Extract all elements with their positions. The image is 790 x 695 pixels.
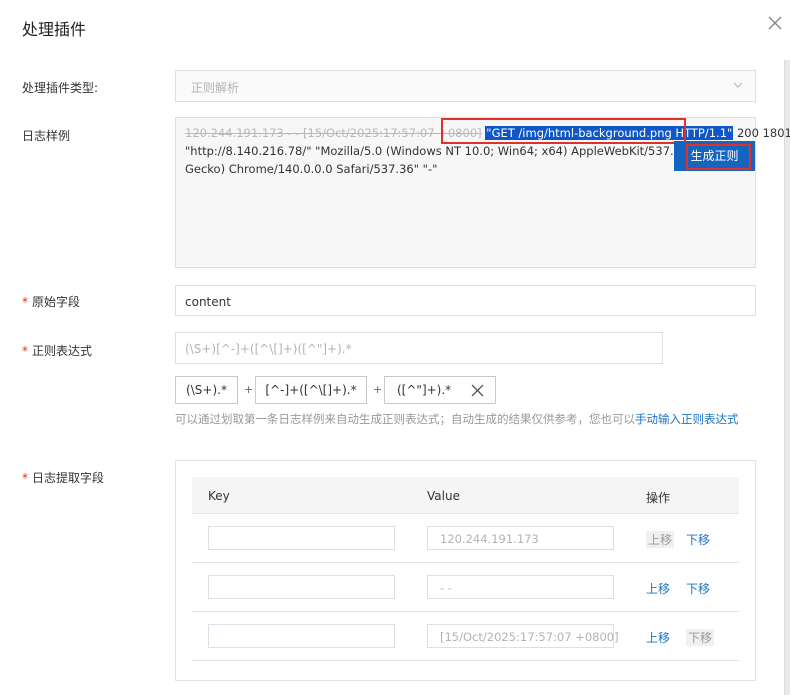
regex-part-3-text: ([^"]+).* <box>397 383 452 397</box>
plus-sign: + <box>373 383 383 396</box>
regex-hint: 可以通过划取第一条日志样例来自动生成正则表达式；自动生成的结果仅供参考，您也可以… <box>175 412 739 426</box>
plugin-type-label: 处理插件类型: <box>22 81 99 95</box>
key-input[interactable] <box>208 526 395 550</box>
move-up-button[interactable]: 上移 <box>646 629 670 646</box>
close-icon[interactable] <box>471 384 484 397</box>
extract-fields-label: * 日志提取字段 <box>22 471 105 485</box>
raw-field-label: * 原始字段 <box>22 295 81 309</box>
plus-sign: + <box>244 383 254 396</box>
log-sample-suffix: 200 1801 <box>736 126 790 140</box>
move-up-button[interactable]: 上移 <box>646 580 670 597</box>
plugin-type-value: 正则解析 <box>191 81 240 95</box>
raw-field-value: content <box>185 295 231 309</box>
regex-part-1[interactable]: (\S+).* <box>175 376 238 404</box>
close-icon[interactable] <box>766 14 784 32</box>
value-input[interactable]: - - <box>427 575 614 599</box>
column-value: Value <box>427 489 460 503</box>
generate-button-highlight-box <box>686 144 751 170</box>
row-divider <box>192 562 739 563</box>
move-down-button[interactable]: 下移 <box>686 531 710 548</box>
value-input[interactable]: 120.244.191.173 <box>427 526 614 550</box>
value-text: [15/Oct/2025:17:57:07 +0800] <box>440 630 619 644</box>
log-sample-label: 日志样例 <box>22 129 71 143</box>
column-action: 操作 <box>646 491 671 505</box>
manual-regex-link[interactable]: 手动输入正则表达式 <box>635 412 739 426</box>
move-down-button[interactable]: 下移 <box>686 580 710 597</box>
log-sample-line-3: Gecko) Chrome/140.0.0.0 Safari/537.36" "… <box>185 162 438 176</box>
regex-placeholder: (\S+)[^-]+([^\[]+)([^"]+).* <box>185 342 352 356</box>
regex-label: * 正则表达式 <box>22 344 93 358</box>
chevron-down-icon <box>733 82 743 88</box>
move-up-button[interactable]: 上移 <box>646 531 675 548</box>
column-key: Key <box>208 489 230 503</box>
log-sample-line-2: "http://8.140.216.78/" "Mozilla/5.0 (Win… <box>185 144 673 158</box>
dialog-title: 处理插件 <box>22 20 87 39</box>
regex-part-2[interactable]: [^-]+([^\[]+).* <box>255 376 367 404</box>
selection-highlight-box <box>441 118 686 144</box>
move-down-button[interactable]: 下移 <box>686 629 715 646</box>
log-sample-prefix: 120.244.191.173 - - [15/Oct/2025:17:57:0… <box>185 126 482 140</box>
row-divider <box>192 513 739 514</box>
scrollbar[interactable] <box>784 60 790 695</box>
row-divider <box>192 611 739 612</box>
raw-field-input[interactable]: content <box>175 285 756 316</box>
key-input[interactable] <box>208 624 395 648</box>
row-divider <box>192 660 739 661</box>
plugin-type-select[interactable]: 正则解析 <box>175 70 756 102</box>
key-input[interactable] <box>208 575 395 599</box>
value-input[interactable]: [15/Oct/2025:17:57:07 +0800] <box>427 624 619 648</box>
value-text: 120.244.191.173 <box>440 532 539 546</box>
value-text: - - <box>440 581 452 595</box>
regex-input[interactable]: (\S+)[^-]+([^\[]+)([^"]+).* <box>175 332 663 364</box>
regex-part-3[interactable]: ([^"]+).* <box>384 376 496 404</box>
